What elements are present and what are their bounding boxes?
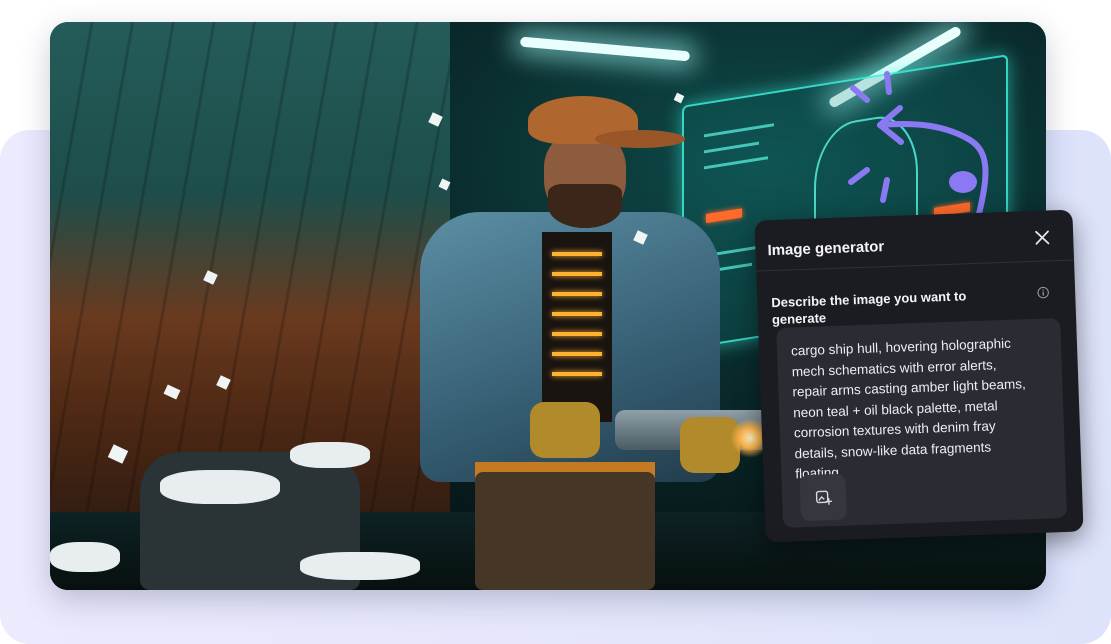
dialog-title: Image generator <box>767 238 885 260</box>
close-icon <box>1035 230 1050 245</box>
ceiling-light <box>519 36 691 62</box>
close-button[interactable] <box>1031 226 1054 249</box>
prompt-text[interactable]: cargo ship hull, hovering holographic me… <box>791 332 1054 484</box>
prompt-textarea[interactable]: cargo ship hull, hovering holographic me… <box>776 318 1068 528</box>
divider <box>756 259 1075 272</box>
info-icon[interactable] <box>1037 286 1049 299</box>
image-generator-dialog: Image generator Describe the image you w… <box>754 209 1084 543</box>
worker-figure <box>380 92 775 590</box>
image-upload-icon <box>815 490 833 505</box>
image-upload-button[interactable] <box>799 473 847 522</box>
